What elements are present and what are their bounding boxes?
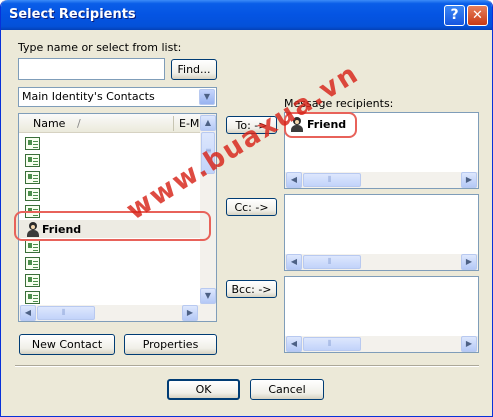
bcc-list-hscrollbar[interactable]: ◀ ⦀ ▶ xyxy=(285,336,478,352)
scroll-up-icon[interactable]: ▲ xyxy=(200,115,216,131)
contact-card-icon xyxy=(25,171,40,184)
list-item[interactable] xyxy=(19,169,203,186)
contact-list-hscrollbar[interactable]: ◀ ⦀ ▶ xyxy=(19,305,216,321)
find-button[interactable]: Find... xyxy=(171,59,217,80)
scroll-thumb[interactable]: ⦀ xyxy=(303,337,361,351)
contacts-source-select[interactable]: Main Identity's Contacts ▼ xyxy=(18,87,217,107)
cancel-button[interactable]: Cancel xyxy=(250,379,324,400)
title-bar[interactable]: Select Recipients ? ✕ xyxy=(1,0,492,30)
list-item[interactable] xyxy=(19,289,203,306)
contacts-source-value: Main Identity's Contacts xyxy=(22,90,155,103)
column-divider[interactable] xyxy=(173,116,174,131)
search-label: Type name or select from list: xyxy=(18,41,182,54)
scroll-left-icon[interactable]: ◀ xyxy=(286,254,302,270)
friend-highlight-ring xyxy=(284,112,357,138)
scroll-down-icon[interactable]: ▼ xyxy=(200,288,216,304)
close-button[interactable]: ✕ xyxy=(467,5,488,26)
scroll-left-icon[interactable]: ◀ xyxy=(20,305,36,321)
contact-card-icon xyxy=(25,154,40,167)
to-button[interactable]: To: -> xyxy=(226,116,277,134)
to-list-hscrollbar[interactable]: ◀ ⦀ ▶ xyxy=(285,172,478,188)
cc-list-hscrollbar[interactable]: ◀ ⦀ ▶ xyxy=(285,254,478,270)
scroll-thumb[interactable]: ⦀ xyxy=(303,173,361,187)
contact-card-icon xyxy=(25,257,40,270)
list-item[interactable] xyxy=(19,135,203,152)
scroll-right-icon[interactable]: ▶ xyxy=(461,254,477,270)
contact-list-header: Name / E-M xyxy=(19,114,203,133)
sort-indicator: / xyxy=(77,117,81,130)
friend-highlight-ring xyxy=(14,211,211,241)
chevron-down-icon[interactable]: ▼ xyxy=(199,89,215,105)
message-recipients-label: Message recipients: xyxy=(284,97,394,110)
list-item[interactable] xyxy=(19,272,203,289)
ok-button[interactable]: OK xyxy=(167,379,240,400)
contact-card-icon xyxy=(25,291,40,304)
scroll-right-icon[interactable]: ▶ xyxy=(461,172,477,188)
properties-button[interactable]: Properties xyxy=(124,334,217,355)
scroll-left-icon[interactable]: ◀ xyxy=(286,172,302,188)
scroll-thumb[interactable]: ⦀ xyxy=(303,255,361,269)
new-contact-button[interactable]: New Contact xyxy=(19,334,115,355)
contact-card-icon xyxy=(25,188,40,201)
contact-card-icon xyxy=(25,240,40,253)
contact-list-vscrollbar[interactable]: ▲ ≡ ▼ xyxy=(200,114,216,305)
list-item[interactable] xyxy=(19,186,203,203)
cc-recipients-list[interactable]: ◀ ⦀ ▶ xyxy=(284,194,479,271)
cc-button[interactable]: Cc: -> xyxy=(226,198,277,216)
select-recipients-dialog: Select Recipients ? ✕ Type name or selec… xyxy=(0,0,493,417)
bcc-recipients-list[interactable]: ◀ ⦀ ▶ xyxy=(284,276,479,353)
column-name[interactable]: Name xyxy=(33,117,65,130)
contact-card-icon xyxy=(25,137,40,150)
scroll-thumb[interactable]: ⦀ xyxy=(37,306,95,320)
list-item[interactable] xyxy=(19,152,203,169)
bcc-button[interactable]: Bcc: -> xyxy=(226,280,277,298)
search-input[interactable] xyxy=(18,58,165,80)
scroll-thumb[interactable]: ≡ xyxy=(201,132,215,174)
scroll-left-icon[interactable]: ◀ xyxy=(286,336,302,352)
column-email[interactable]: E-M xyxy=(179,117,199,130)
footer-divider xyxy=(15,365,479,367)
dialog-title: Select Recipients xyxy=(9,7,136,22)
help-button[interactable]: ? xyxy=(444,5,465,26)
list-item[interactable] xyxy=(19,255,203,272)
scroll-right-icon[interactable]: ▶ xyxy=(461,336,477,352)
scroll-right-icon[interactable]: ▶ xyxy=(182,305,198,321)
contact-card-icon xyxy=(25,274,40,287)
